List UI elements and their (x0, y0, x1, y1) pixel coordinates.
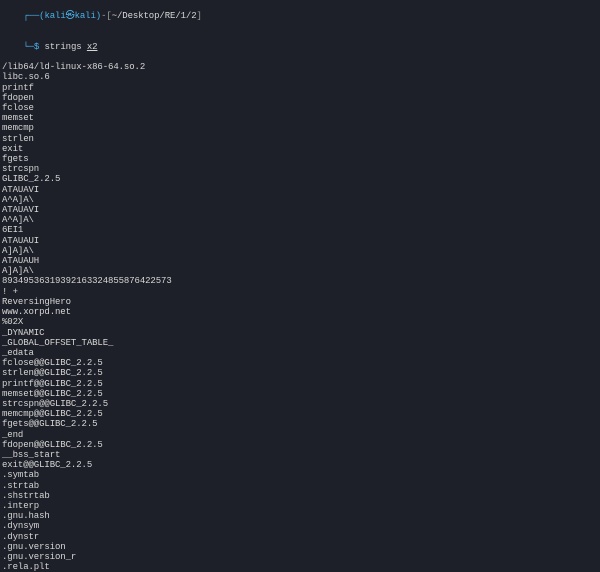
output-line: 6EI1 (2, 225, 598, 235)
output-line: .symtab (2, 470, 598, 480)
output-line: ReversingHero (2, 297, 598, 307)
output-line: /lib64/ld-linux-x86-64.so.2 (2, 62, 598, 72)
output-line: .dynstr (2, 532, 598, 542)
output-line: A^A]A\ (2, 215, 598, 225)
output-line: exit@@GLIBC_2.2.5 (2, 460, 598, 470)
output-line: _end (2, 430, 598, 440)
output-line: fgets (2, 154, 598, 164)
prompt-dash-right: ] (197, 11, 202, 21)
prompt-at: ㉿ (66, 11, 75, 21)
prompt-dash-left: -[ (101, 11, 112, 21)
command-arg: x2 (87, 42, 98, 52)
output-line: .shstrtab (2, 491, 598, 501)
prompt-box-top: ┌── (23, 11, 39, 21)
output-line: A^A]A\ (2, 195, 598, 205)
output-line: fdopen (2, 93, 598, 103)
prompt-line-2: └─$ strings x2 (2, 32, 598, 63)
output-line: memset@@GLIBC_2.2.5 (2, 389, 598, 399)
output-line: ATAUAUI (2, 236, 598, 246)
output-line: strlen (2, 134, 598, 144)
output-line: A]A]A\ (2, 246, 598, 256)
output-line: exit (2, 144, 598, 154)
output-line: ATAUAUH (2, 256, 598, 266)
output-line: .interp (2, 501, 598, 511)
output-line: _edata (2, 348, 598, 358)
output-line: memcmp@@GLIBC_2.2.5 (2, 409, 598, 419)
output-line: libc.so.6 (2, 72, 598, 82)
output-line: A]A]A\ (2, 266, 598, 276)
output-line: .gnu.version_r (2, 552, 598, 562)
output-line: %02X (2, 317, 598, 327)
output-line: printf@@GLIBC_2.2.5 (2, 379, 598, 389)
output-line: memset (2, 113, 598, 123)
prompt-box-bottom: └─ (23, 42, 34, 52)
output-line: strcspn@@GLIBC_2.2.5 (2, 399, 598, 409)
prompt-user: kali (44, 11, 65, 21)
prompt-host: kali (75, 11, 96, 21)
output-line: .gnu.version (2, 542, 598, 552)
output: /lib64/ld-linux-x86-64.so.2libc.so.6prin… (2, 62, 598, 572)
output-line: fclose@@GLIBC_2.2.5 (2, 358, 598, 368)
terminal[interactable]: ┌──(kali㉿kali)-[~/Desktop/RE/1/2] └─$ st… (0, 0, 600, 572)
output-line: fclose (2, 103, 598, 113)
output-line: strlen@@GLIBC_2.2.5 (2, 368, 598, 378)
output-line: memcmp (2, 123, 598, 133)
output-line: .rela.plt (2, 562, 598, 572)
command: strings (44, 42, 81, 52)
output-line: .gnu.hash (2, 511, 598, 521)
prompt-dollar: $ (34, 42, 39, 52)
output-line: strcspn (2, 164, 598, 174)
output-line: __bss_start (2, 450, 598, 460)
prompt-line-1: ┌──(kali㉿kali)-[~/Desktop/RE/1/2] (2, 1, 598, 32)
output-line: www.xorpd.net (2, 307, 598, 317)
output-line: GLIBC_2.2.5 (2, 174, 598, 184)
output-line: ATAUAVI (2, 185, 598, 195)
output-line: ! + (2, 287, 598, 297)
output-line: _GLOBAL_OFFSET_TABLE_ (2, 338, 598, 348)
output-line: 89349536319392163324855876422573 (2, 276, 598, 286)
output-line: fgets@@GLIBC_2.2.5 (2, 419, 598, 429)
output-line: printf (2, 83, 598, 93)
output-line: fdopen@@GLIBC_2.2.5 (2, 440, 598, 450)
output-line: ATAUAVI (2, 205, 598, 215)
prompt-path: ~/Desktop/RE/1/2 (112, 11, 197, 21)
output-line: _DYNAMIC (2, 328, 598, 338)
output-line: .dynsym (2, 521, 598, 531)
output-line: .strtab (2, 481, 598, 491)
